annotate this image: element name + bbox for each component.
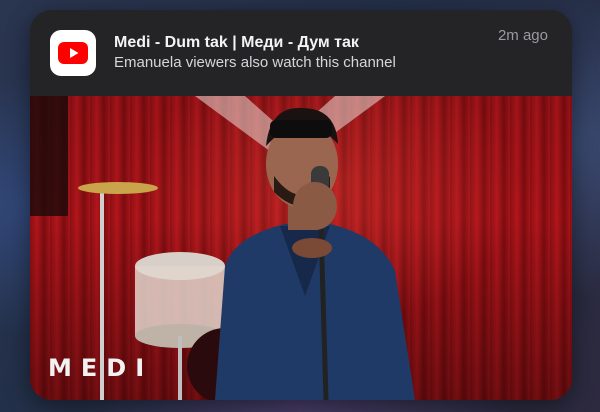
notification-card[interactable]: Medi - Dum tak | Меди - Дум так Emanuela… [30,10,572,400]
notification-header[interactable]: Medi - Dum tak | Меди - Дум так Emanuela… [30,10,572,96]
channel-watermark: MEDI [48,354,154,382]
notification-subtitle: Emanuela viewers also watch this channel [114,54,396,71]
notification-timestamp: 2m ago [497,27,548,44]
video-thumbnail[interactable]: MEDI [30,96,572,400]
notification-title: Medi - Dum tak | Меди - Дум так [114,34,359,51]
youtube-icon [50,30,96,76]
